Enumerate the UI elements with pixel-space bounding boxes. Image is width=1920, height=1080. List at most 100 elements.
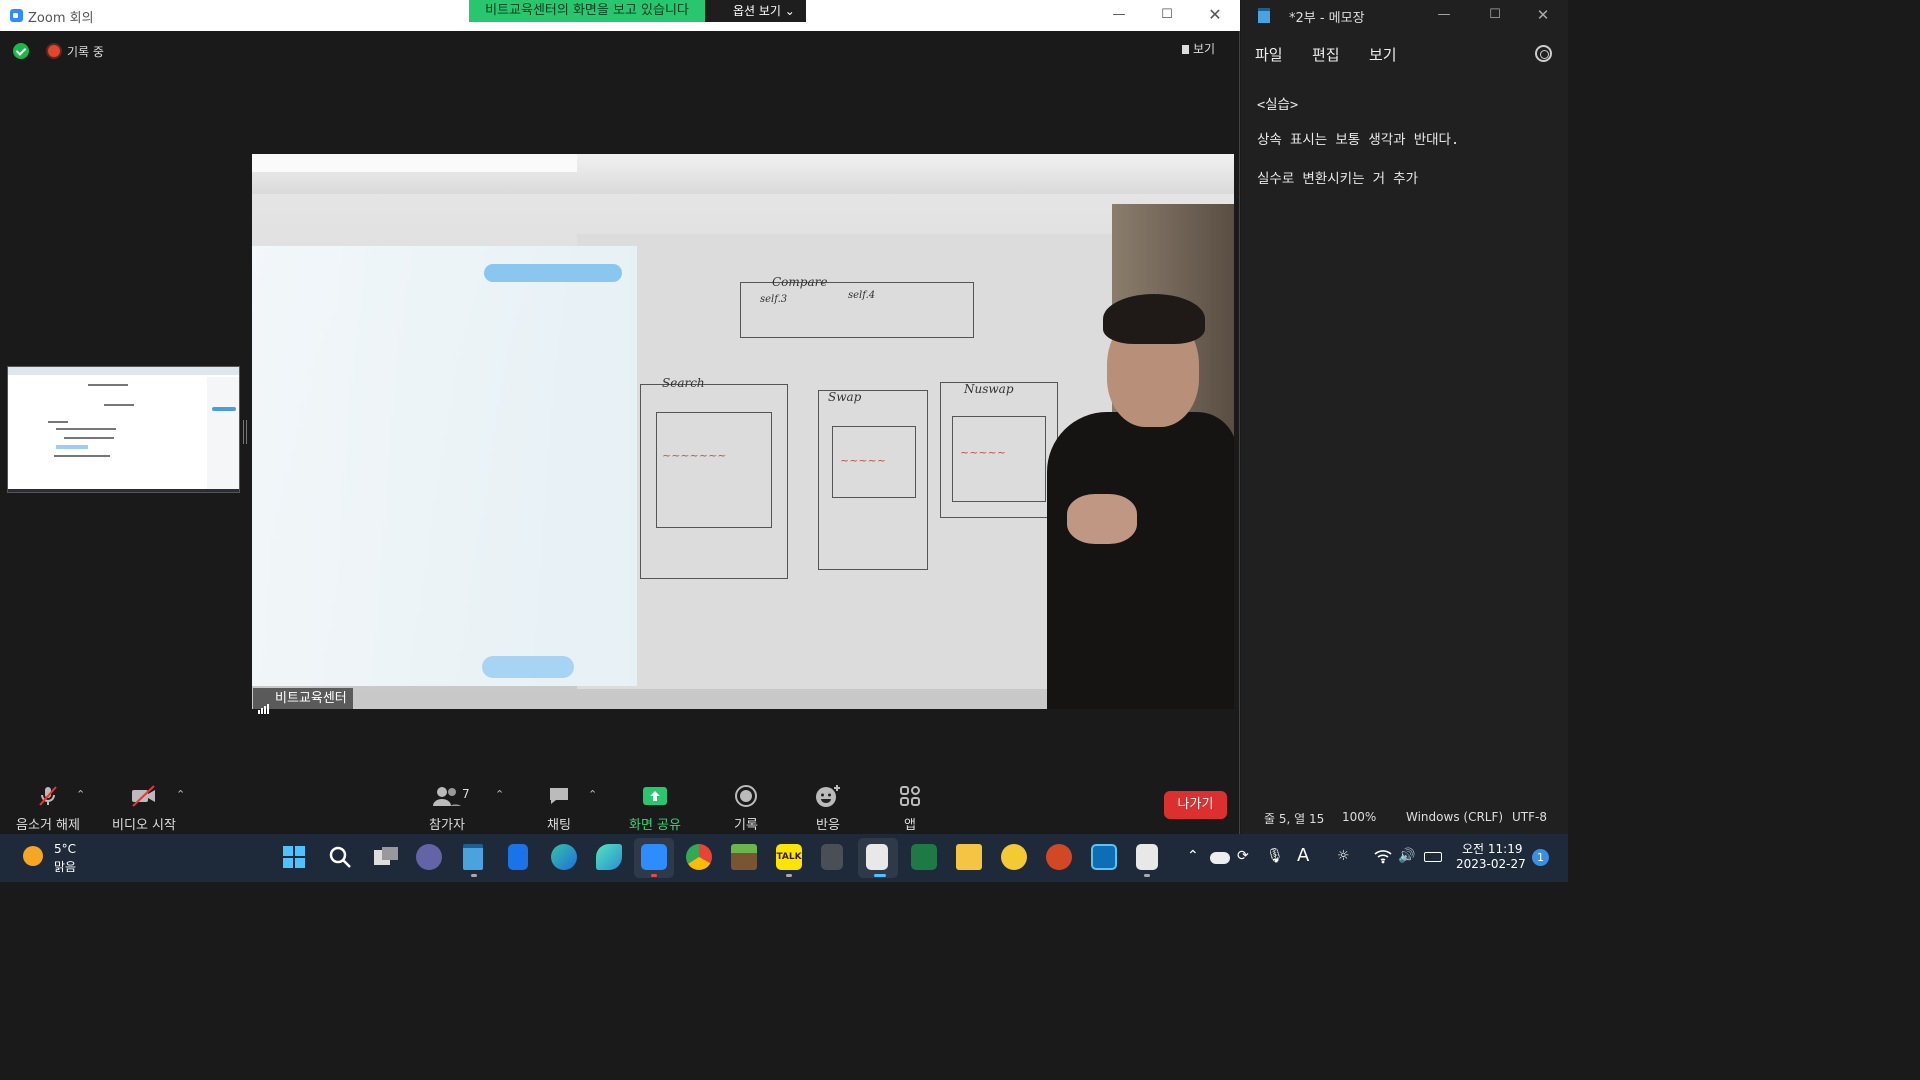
notepad-line[interactable]: <실습>: [1257, 93, 1298, 113]
wifi-icon[interactable]: [1374, 848, 1392, 868]
notification-badge[interactable]: 1: [1532, 849, 1549, 866]
brightness-icon[interactable]: ☼: [1337, 848, 1350, 864]
notepad-line[interactable]: 상속 표시는 보통 생각과 반대다.: [1257, 128, 1459, 148]
lock-app-icon[interactable]: [508, 844, 528, 870]
leave-meeting-button[interactable]: 나가기: [1164, 791, 1227, 819]
clock-time[interactable]: 오전 11:19: [1462, 840, 1522, 857]
self-4-text: self.4: [848, 290, 876, 301]
battery-icon[interactable]: [1424, 852, 1442, 862]
line-ending: Windows (CRLF): [1406, 810, 1504, 824]
dictionary-icon[interactable]: [1091, 844, 1117, 870]
swift-icon[interactable]: [596, 844, 622, 870]
edge-icon[interactable]: [551, 844, 577, 870]
search-text: Search: [662, 376, 705, 390]
running-indicator: [471, 874, 477, 877]
record-icon: [730, 784, 762, 808]
notepad-icon[interactable]: [463, 844, 483, 870]
snipping-icon[interactable]: [866, 844, 888, 870]
thumbnail-toolbar: [8, 367, 239, 375]
paint-icon[interactable]: [1136, 844, 1158, 870]
teams-chat-icon[interactable]: [416, 844, 442, 870]
reactions-button[interactable]: 반응: [812, 784, 844, 833]
excel-icon[interactable]: [911, 844, 937, 870]
weather-description[interactable]: 맑음: [54, 858, 76, 875]
sync-icon[interactable]: ⟳: [1237, 848, 1249, 864]
input-language-icon[interactable]: A: [1297, 845, 1309, 866]
start-video-button[interactable]: 비디오 시작: [108, 784, 180, 833]
recording-icon: [48, 45, 60, 57]
chat-button[interactable]: 채팅: [540, 784, 578, 833]
powerpoint-icon[interactable]: [1046, 844, 1072, 870]
audio-options-chevron-icon[interactable]: ⌃: [76, 788, 85, 801]
menu-edit[interactable]: 편집: [1312, 44, 1340, 65]
zoom-level: 100%: [1342, 810, 1377, 824]
notepad-app-icon: [1258, 8, 1270, 23]
swap-scribble: ~~~~~: [840, 454, 887, 467]
file-explorer-icon[interactable]: [956, 844, 982, 870]
viewing-screen-banner: 비트교육센터의 화면을 보고 있습니다: [469, 0, 705, 22]
notepad-maximize-icon[interactable]: ☐: [1472, 4, 1518, 26]
chat-label: 채팅: [547, 818, 571, 833]
thumbnail-text-line: [104, 404, 134, 406]
video-off-icon: [108, 784, 180, 808]
share-screen-button[interactable]: 화면 공유: [626, 784, 684, 833]
wavve-icon[interactable]: [1001, 844, 1027, 870]
thumbnail-text-line: [54, 455, 110, 457]
start-video-label: 비디오 시작: [112, 818, 176, 833]
share-screen-label: 화면 공유: [629, 818, 681, 833]
minimize-icon[interactable]: —: [1096, 4, 1142, 26]
thumbnail-sidebar: [207, 377, 239, 489]
record-button[interactable]: 기록: [730, 784, 762, 833]
notepad-minimize-icon[interactable]: —: [1421, 4, 1467, 26]
video-options-chevron-icon[interactable]: ⌃: [176, 788, 185, 801]
notepad-close-icon[interactable]: ✕: [1520, 4, 1566, 26]
chrome-icon[interactable]: [686, 844, 712, 870]
minecraft-icon[interactable]: [731, 844, 757, 870]
running-indicator: [651, 874, 657, 877]
view-options-button[interactable]: 옵션 보기 ⌄: [705, 0, 806, 22]
record-label: 기록: [734, 818, 758, 833]
apps-icon: [896, 784, 924, 808]
nuswap-inner-box: [952, 416, 1046, 502]
participants-chevron-icon[interactable]: ⌃: [495, 788, 504, 801]
nuswap-text: Nuswap: [964, 382, 1014, 396]
task-view-icon[interactable]: [373, 845, 399, 873]
onedrive-icon[interactable]: [1210, 852, 1230, 864]
menu-file[interactable]: 파일: [1255, 44, 1283, 65]
zoom-icon[interactable]: [641, 844, 667, 870]
notepad-line[interactable]: 실수로 변환시키는 거 추가: [1257, 167, 1418, 187]
chevron-up-icon[interactable]: ⌃: [1187, 848, 1199, 864]
signal-strength-icon: [258, 693, 270, 714]
shared-video-feed: Compare self.3 self.4 Search ~~~~~~~ Swa…: [252, 154, 1234, 709]
volume-icon[interactable]: 🔊: [1398, 848, 1415, 864]
security-shield-icon[interactable]: [13, 43, 29, 59]
nuswap-scribble: ~~~~~: [960, 446, 1007, 459]
chat-chevron-icon[interactable]: ⌃: [588, 788, 597, 801]
self-view-thumbnail[interactable]: [7, 366, 240, 493]
thumbnail-text-line: [56, 428, 116, 430]
weather-sun-icon[interactable]: [23, 846, 43, 866]
unmute-button[interactable]: 음소거 해제: [14, 784, 82, 833]
search-inner-box: [656, 412, 772, 528]
menu-view[interactable]: 보기: [1369, 44, 1397, 65]
kakaotalk-icon[interactable]: TALK: [776, 844, 802, 870]
zoom-window-title: Zoom 회의: [28, 11, 94, 26]
start-icon[interactable]: [282, 845, 306, 869]
close-icon[interactable]: ✕: [1192, 4, 1238, 26]
swap-text: Swap: [828, 390, 862, 404]
maximize-icon[interactable]: ☐: [1144, 4, 1190, 26]
search-icon[interactable]: [328, 845, 352, 873]
participants-label: 참가자: [429, 818, 465, 833]
microphone-icon[interactable]: 🎙: [1266, 848, 1284, 864]
calculator-icon[interactable]: [821, 844, 843, 870]
encoding: UTF-8: [1512, 810, 1547, 824]
panel-splitter-handle[interactable]: [243, 420, 247, 444]
clock-date[interactable]: 2023-02-27: [1456, 857, 1526, 871]
weather-temperature[interactable]: 5°C: [54, 842, 76, 856]
reactions-label: 반응: [816, 818, 840, 833]
share-screen-icon: [626, 784, 684, 808]
view-button[interactable]: 보기: [1182, 40, 1215, 57]
settings-gear-icon[interactable]: [1535, 45, 1552, 62]
apps-button[interactable]: 앱: [896, 784, 924, 833]
thumbnail-text-line: [88, 384, 128, 386]
